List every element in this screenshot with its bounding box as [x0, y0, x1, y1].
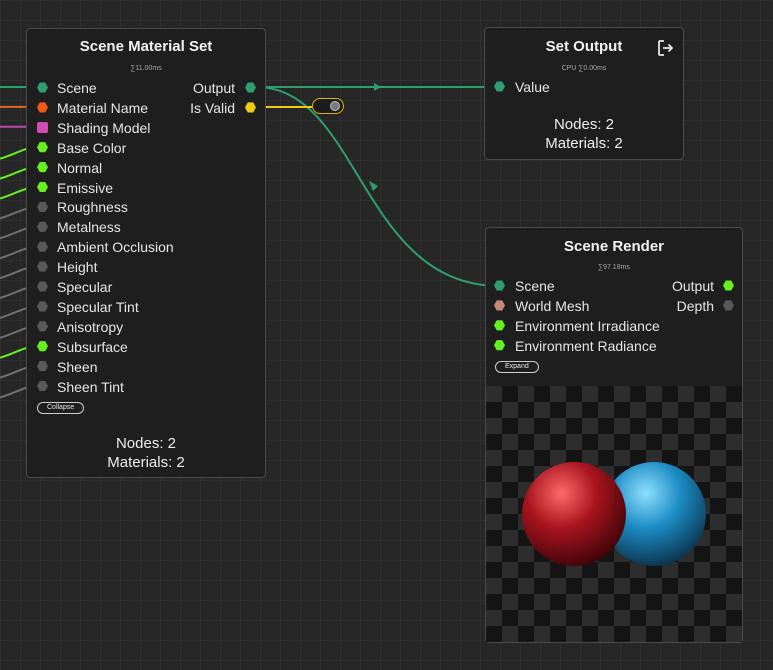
- pin-label: Depth: [676, 297, 714, 314]
- node-timing: CPU ∑0.00ms: [561, 65, 607, 72]
- pin-label: Anisotropy: [57, 318, 124, 335]
- specular-tint-pin[interactable]: [37, 301, 48, 312]
- pin-label: Is Valid: [190, 99, 235, 116]
- output-is-valid[interactable]: Is Valid: [27, 98, 265, 118]
- ambient-occlusion-pin[interactable]: [37, 241, 48, 252]
- emissive-pin[interactable]: [37, 181, 48, 193]
- pin-label: Environment Irradiance: [515, 317, 660, 334]
- reroute-toggle[interactable]: [312, 98, 344, 114]
- pin-label: Metalness: [57, 219, 121, 236]
- pin-label: Ambient Occlusion: [57, 239, 174, 256]
- output-pin[interactable]: [723, 280, 734, 291]
- normal-pin[interactable]: [37, 162, 48, 173]
- is-valid-pin[interactable]: [245, 102, 256, 113]
- pin-label: Height: [57, 259, 98, 276]
- metalness-pin[interactable]: [37, 221, 48, 232]
- input-base-color[interactable]: Base Color: [27, 138, 265, 158]
- output-depth[interactable]: Depth: [486, 296, 742, 316]
- roughness-pin[interactable]: [37, 201, 48, 212]
- output-to-scene-render-wire[interactable]: [255, 86, 501, 287]
- output-pin[interactable]: [245, 82, 256, 93]
- node-stats: Nodes: 2 Materials: 2: [27, 434, 265, 472]
- node-title: Set Output: [545, 38, 623, 55]
- subsurface-pin[interactable]: [37, 341, 48, 352]
- input-environment-radiance[interactable]: Environment Radiance: [486, 336, 742, 356]
- node-title: Scene Material Set: [79, 38, 213, 55]
- height-pin[interactable]: [37, 261, 48, 272]
- set-output-node[interactable]: Set Output CPU ∑0.00ms Value Nodes: 2 Ma…: [484, 27, 684, 160]
- input-environment-irradiance[interactable]: Environment Irradiance: [486, 316, 742, 336]
- pin-label: Roughness: [57, 199, 128, 216]
- specular-pin[interactable]: [37, 281, 48, 292]
- pin-label: Output: [671, 278, 714, 294]
- input-metalness[interactable]: Metalness: [27, 217, 265, 237]
- input-anisotropy[interactable]: Anisotropy: [27, 317, 265, 337]
- input-roughness[interactable]: Roughness: [27, 197, 265, 217]
- pin-label: Specular: [57, 279, 113, 295]
- pin-label: Emissive: [57, 179, 114, 196]
- pin-label: Sheen: [57, 358, 98, 375]
- input-specular-tint[interactable]: Specular Tint: [27, 297, 265, 317]
- node-stats: Nodes: 2 Materials: 2: [485, 115, 683, 153]
- sheen-pin[interactable]: [37, 361, 48, 372]
- pin-label: Output: [192, 80, 235, 96]
- input-specular[interactable]: Specular: [27, 277, 265, 297]
- pin-label: Subsurface: [57, 338, 128, 355]
- input-height[interactable]: Height: [27, 257, 265, 277]
- input-value[interactable]: Value: [485, 77, 683, 97]
- output-output[interactable]: Output: [486, 276, 742, 296]
- environment-radiance-pin[interactable]: [494, 340, 505, 351]
- input-normal[interactable]: Normal: [27, 158, 265, 178]
- materials-count: Materials: 2: [545, 135, 623, 152]
- node-title: Scene Render: [563, 238, 665, 255]
- output-output[interactable]: Output: [27, 78, 265, 98]
- environment-irradiance-pin[interactable]: [494, 320, 505, 331]
- depth-pin[interactable]: [723, 300, 734, 311]
- pin-label: Specular Tint: [57, 298, 139, 315]
- nodes-count: Nodes: 2: [553, 116, 615, 133]
- input-shading-model[interactable]: Shading Model: [27, 118, 265, 138]
- node-timing: ∑97.18ms: [598, 264, 630, 271]
- input-sheen[interactable]: Sheen: [27, 357, 265, 377]
- red-sphere: [522, 462, 626, 566]
- exit-icon[interactable]: [657, 39, 675, 57]
- input-sheen-tint[interactable]: Sheen Tint: [27, 377, 265, 397]
- pin-label: Environment Radiance: [515, 337, 657, 354]
- input-ambient-occlusion[interactable]: Ambient Occlusion: [27, 237, 265, 257]
- input-emissive[interactable]: Emissive: [27, 178, 265, 198]
- render-preview: [486, 386, 742, 642]
- materials-count: Materials: 2: [107, 454, 185, 471]
- reroute-knob[interactable]: [330, 101, 340, 111]
- scene-render-node[interactable]: Scene Render ∑97.18ms Scene World Mesh Env…: [485, 227, 743, 643]
- pin-label: Shading Model: [57, 119, 151, 136]
- node-timing: ∑11.00ms: [130, 65, 162, 72]
- sheen-tint-pin[interactable]: [37, 380, 48, 392]
- pin-label: Base Color: [57, 139, 127, 156]
- collapse-button[interactable]: Collapse: [37, 402, 85, 414]
- input-subsurface[interactable]: Subsurface: [27, 337, 265, 357]
- shading-model-pin[interactable]: [37, 121, 48, 133]
- pin-label: Sheen Tint: [57, 378, 124, 395]
- wire-arrow-set-output: [374, 83, 381, 91]
- base-color-pin[interactable]: [37, 142, 48, 153]
- wire-arrow-scene-render: [369, 181, 378, 191]
- pin-label: Value: [515, 79, 550, 95]
- scene-material-set-node[interactable]: Scene Material Set ∑11.00ms Scene Materia…: [26, 28, 266, 478]
- anisotropy-pin[interactable]: [37, 321, 48, 332]
- pin-label: Normal: [57, 159, 103, 176]
- value-pin[interactable]: [494, 81, 505, 92]
- spheres-preview: [522, 462, 706, 566]
- expand-button[interactable]: Expand: [495, 361, 539, 373]
- nodes-count: Nodes: 2: [115, 435, 177, 452]
